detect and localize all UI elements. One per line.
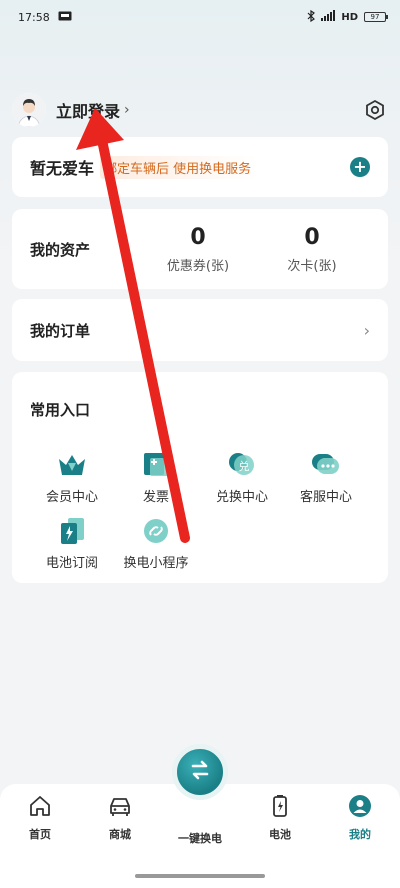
swap-button[interactable]	[172, 744, 228, 800]
status-time: 17:58	[18, 10, 50, 24]
invoice-icon	[140, 450, 172, 480]
login-link[interactable]: 立即登录	[56, 98, 120, 122]
no-car-title: 暂无爱车	[30, 159, 95, 178]
signal-icon	[321, 10, 336, 24]
battery-subscription-icon	[56, 516, 88, 546]
status-bar: 17:58 HD 97	[0, 0, 400, 34]
orders-title: 我的订单	[30, 321, 91, 340]
battery-icon	[268, 794, 292, 822]
entry-member-center[interactable]: 会员中心	[32, 450, 112, 505]
exchange-icon: 兑	[226, 450, 258, 480]
tab-home[interactable]: 首页	[10, 794, 70, 842]
tab-label: 我的	[349, 828, 371, 841]
notification-icon	[58, 11, 72, 24]
tab-label: 商城	[109, 828, 131, 841]
coupon-count: 0	[190, 225, 206, 250]
coupon-asset[interactable]: 0 优惠券(张)	[152, 225, 244, 274]
member-crown-icon	[56, 450, 88, 480]
tab-one-key-swap[interactable]: 一键换电	[170, 744, 230, 846]
entry-battery-subscription[interactable]: 电池订阅	[32, 516, 112, 571]
entry-label: 兑换中心	[215, 490, 268, 505]
tab-label: 电池	[269, 828, 291, 841]
orders-card[interactable]: 我的订单 ›	[12, 299, 388, 361]
mini-program-link-icon	[140, 516, 172, 546]
login-row[interactable]: 立即登录 ›	[12, 90, 388, 130]
assets-card: 我的资产 0 优惠券(张) 0 次卡(张)	[12, 209, 388, 289]
entry-mini-program[interactable]: 换电小程序	[116, 516, 196, 571]
pass-card-asset[interactable]: 0 次卡(张)	[270, 225, 354, 274]
quick-entry-title: 常用入口	[30, 401, 91, 419]
chevron-right-icon: ›	[124, 102, 130, 118]
assets-title: 我的资产	[30, 240, 91, 259]
pass-card-label: 次卡(张)	[287, 259, 337, 274]
car-card[interactable]: 暂无爱车 绑定车辆后 使用换电服务 +	[12, 137, 388, 197]
swap-arrows-icon	[187, 757, 213, 787]
tab-label: 一键换电	[178, 832, 222, 845]
entry-exchange-center[interactable]: 兑 兑换中心	[202, 450, 282, 505]
entry-label: 发票	[142, 490, 169, 505]
bluetooth-icon	[307, 9, 316, 25]
pass-card-count: 0	[304, 225, 320, 250]
svg-text:兑: 兑	[239, 459, 250, 473]
entry-label: 换电小程序	[123, 556, 189, 571]
quick-entry-card: 常用入口 会员中心 发票 兑 兑换中心 客服中心 电池订阅 换电小程序	[12, 372, 388, 583]
entry-label: 客服中心	[299, 490, 352, 505]
entry-invoice[interactable]: 发票	[116, 450, 196, 505]
customer-service-icon	[310, 450, 342, 480]
chevron-right-icon: ›	[363, 320, 370, 340]
home-icon	[28, 794, 52, 822]
battery-indicator: 97	[364, 12, 388, 22]
tab-profile[interactable]: 我的	[330, 794, 390, 842]
entry-label: 会员中心	[45, 490, 98, 505]
network-type: HD	[341, 11, 358, 23]
avatar[interactable]	[12, 93, 46, 127]
tab-battery[interactable]: 电池	[250, 794, 310, 842]
coupon-label: 优惠券(张)	[166, 259, 230, 274]
entry-customer-service[interactable]: 客服中心	[286, 450, 366, 505]
home-indicator	[135, 874, 265, 878]
tab-store[interactable]: 商城	[90, 794, 150, 842]
tab-label: 首页	[29, 828, 51, 841]
entry-label: 电池订阅	[45, 556, 98, 571]
profile-icon	[348, 794, 372, 822]
add-car-button[interactable]: +	[350, 157, 370, 177]
bind-car-hint: 绑定车辆后 使用换电服务	[100, 155, 258, 179]
settings-hexagon-icon[interactable]	[362, 97, 388, 123]
car-store-icon	[107, 794, 133, 822]
